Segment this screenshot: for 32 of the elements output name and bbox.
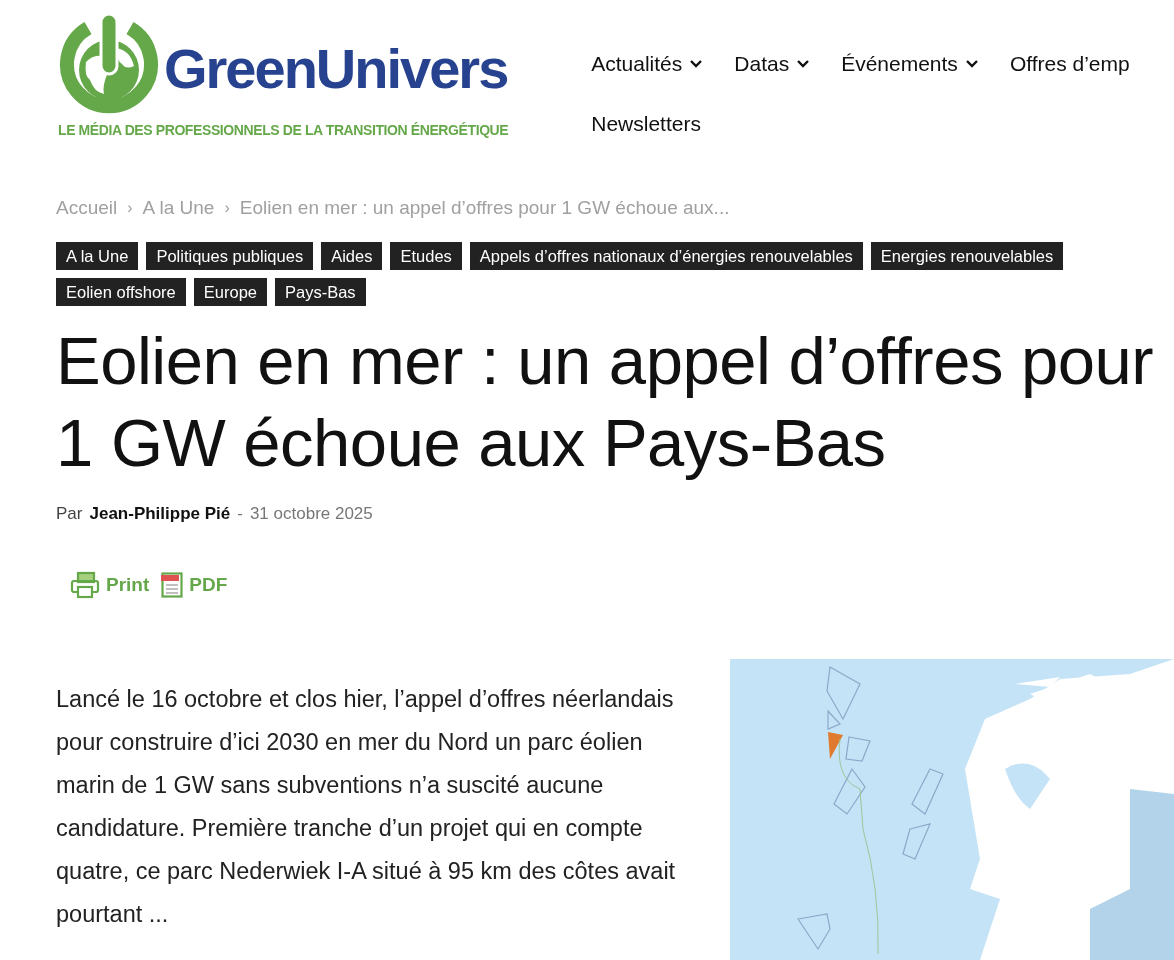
category-tag[interactable]: Aides <box>321 241 383 270</box>
publish-date: 31 octobre 2025 <box>249 502 373 525</box>
breadcrumb-separator: › <box>224 198 230 219</box>
printer-icon <box>70 571 100 600</box>
logo-wordmark: GreenUnivers <box>164 37 508 101</box>
breadcrumb-separator: › <box>127 198 133 219</box>
document-icon <box>161 572 184 599</box>
globe-power-icon <box>58 12 160 116</box>
logo-tagline: LE MÉDIA DES PROFESSIONNELS DE LA TRANSITION ÉNERGÉTIQUE <box>58 121 509 140</box>
byline-label: Par <box>56 502 83 525</box>
category-tag[interactable]: Energies renouvelables <box>870 241 1064 270</box>
breadcrumb-current: Eolien en mer : un appel d’offres pour 1 GW échoue aux... <box>239 196 730 220</box>
chevron-down-icon <box>797 60 810 68</box>
byline-separator: - <box>237 502 243 525</box>
nav-link[interactable]: Offres d’emp <box>1009 34 1130 94</box>
nav-link[interactable]: Newsletters <box>591 94 701 154</box>
category-tag[interactable]: Politiques publiques <box>146 241 314 270</box>
category-tag[interactable]: Etudes <box>390 241 462 270</box>
chevron-down-icon <box>965 60 978 68</box>
chevron-down-icon <box>690 60 703 68</box>
article-excerpt: Lancé le 16 octobre et clos hier, l’appel d’offres néerlandais pour construire d’ici 2030 en mer du Nord un parc éolien marin de 1 GW sans subventions n’a suscité aucune candidature. Première tranche d’un projet qui en compte quatre, ce parc Nederwiek I-A situé à 95 km des côtes avait pourtant ... <box>56 684 677 929</box>
category-tag[interactable]: Europe <box>193 277 267 306</box>
nav-link[interactable]: Actualités <box>591 34 703 94</box>
category-tag[interactable]: Appels d’offres nationaux d’énergies renouvelables <box>469 241 863 270</box>
category-tag[interactable]: Pays-Bas <box>275 277 366 306</box>
article-title: 1 GW échoue aux Pays-Bas <box>56 403 886 482</box>
article-title: Eolien en mer : un appel d’offres pour <box>56 321 1154 400</box>
nav-link[interactable]: Événements <box>841 34 978 94</box>
category-tag[interactable]: A la Une <box>56 241 139 270</box>
author-link[interactable]: Jean-Philippe Pié <box>89 500 231 526</box>
nav-link[interactable]: Datas <box>734 34 810 94</box>
category-tag[interactable]: Eolien offshore <box>56 277 186 306</box>
